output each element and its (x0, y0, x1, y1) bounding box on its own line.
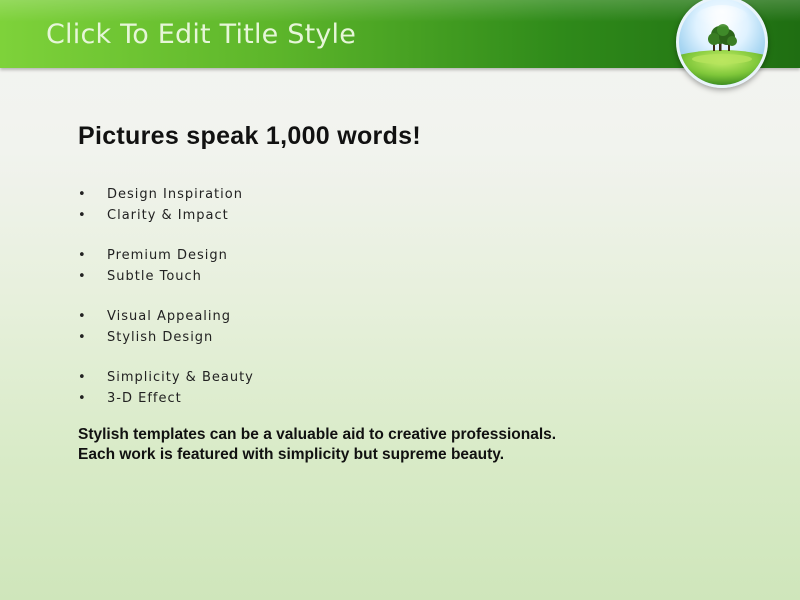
bullet-icon: • (78, 370, 87, 385)
bullet-icon: • (78, 309, 87, 324)
list-item[interactable]: • Clarity & Impact (78, 206, 758, 227)
bullet-icon: • (78, 390, 87, 406)
list-item[interactable]: • Premium Design (78, 246, 758, 267)
list-item-label: Design Inspiration (107, 187, 243, 202)
globe-tree-icon (676, 0, 768, 88)
bullet-icon: • (78, 187, 87, 202)
footer-text[interactable]: Stylish templates can be a valuable aid … (78, 425, 758, 465)
list-item-label: Stylish Design (107, 329, 214, 345)
list-item-label: Simplicity & Beauty (107, 370, 254, 385)
list-item-label: 3-D Effect (107, 390, 182, 406)
list-item[interactable]: • Stylish Design (78, 328, 758, 349)
bullet-list-3: • Visual Appealing • Stylish Design (78, 307, 758, 348)
list-item[interactable]: • Visual Appealing (78, 307, 758, 328)
bullet-list-2: • Premium Design • Subtle Touch (78, 246, 758, 287)
bullet-list-4: • Simplicity & Beauty • 3-D Effect (78, 368, 758, 409)
bullet-icon: • (78, 268, 87, 284)
bullet-icon: • (78, 207, 87, 223)
footer-line-1: Stylish templates can be a valuable aid … (78, 426, 557, 443)
list-item[interactable]: • Subtle Touch (78, 267, 758, 288)
list-item-label: Premium Design (107, 248, 228, 263)
list-item[interactable]: • Simplicity & Beauty (78, 368, 758, 389)
list-item-label: Visual Appealing (107, 309, 232, 324)
bullet-icon: • (78, 248, 87, 263)
content-heading[interactable]: Pictures speak 1,000 words! (78, 122, 758, 151)
slide-body: Pictures speak 1,000 words! • Design Insp… (78, 122, 758, 465)
footer-line-2: Each work is featured with simplicity bu… (78, 446, 505, 463)
list-item[interactable]: • Design Inspiration (78, 185, 758, 206)
list-item-label: Subtle Touch (107, 268, 202, 284)
bullet-list-1: • Design Inspiration • Clarity & Impact (78, 185, 758, 226)
slide-title[interactable]: Click To Edit Title Style (46, 19, 356, 50)
bullet-icon: • (78, 329, 87, 345)
list-item-label: Clarity & Impact (107, 207, 229, 223)
list-item[interactable]: • 3-D Effect (78, 389, 758, 410)
